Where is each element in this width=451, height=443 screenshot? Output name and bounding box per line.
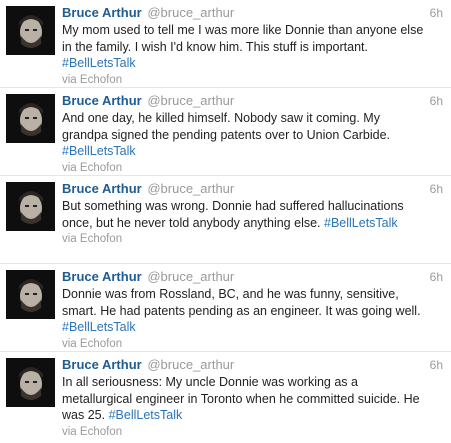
author-handle[interactable]: @bruce_arthur <box>147 269 234 284</box>
tweet-item[interactable]: Bruce Arthur @bruce_arthur 6h In all ser… <box>0 352 451 440</box>
tweet-body: And one day, he killed himself. Nobody s… <box>62 111 391 142</box>
tweet-source[interactable]: via Echofon <box>62 233 443 245</box>
hashtag-link[interactable]: #BellLetsTalk <box>109 408 183 422</box>
tweet-body: Donnie was from Rossland, BC, and he was… <box>62 287 421 318</box>
tweet-source[interactable]: via Echofon <box>62 162 443 174</box>
author-name[interactable]: Bruce Arthur <box>62 357 142 372</box>
avatar[interactable] <box>6 270 55 319</box>
tweet-source[interactable]: via Echofon <box>62 426 443 438</box>
tweet-header: Bruce Arthur @bruce_arthur 6h <box>62 181 443 197</box>
tweet-item[interactable]: Bruce Arthur @bruce_arthur 6h Donnie was… <box>0 264 451 352</box>
tweet-body: My mom used to tell me I was more like D… <box>62 23 424 54</box>
tweet-timestamp[interactable]: 6h <box>430 5 443 21</box>
author-name[interactable]: Bruce Arthur <box>62 93 142 108</box>
avatar[interactable] <box>6 6 55 55</box>
tweet-header: Bruce Arthur @bruce_arthur 6h <box>62 269 443 285</box>
tweet-item[interactable]: Bruce Arthur @bruce_arthur 6h But someth… <box>0 176 451 264</box>
author-name[interactable]: Bruce Arthur <box>62 181 142 196</box>
avatar[interactable] <box>6 182 55 231</box>
tweet-item[interactable]: Bruce Arthur @bruce_arthur 6h My mom use… <box>0 0 451 88</box>
tweet-timestamp[interactable]: 6h <box>430 357 443 373</box>
author-handle[interactable]: @bruce_arthur <box>147 5 234 20</box>
hashtag-link[interactable]: #BellLetsTalk <box>62 56 136 70</box>
avatar[interactable] <box>6 94 55 143</box>
tweet-text: In all seriousness: My uncle Donnie was … <box>62 374 443 424</box>
tweet-text: But something was wrong. Donnie had suff… <box>62 198 443 231</box>
tweet-text: And one day, he killed himself. Nobody s… <box>62 110 443 160</box>
author-name[interactable]: Bruce Arthur <box>62 269 142 284</box>
tweet-text: My mom used to tell me I was more like D… <box>62 22 443 72</box>
tweet-header: Bruce Arthur @bruce_arthur 6h <box>62 357 443 373</box>
tweet-timestamp[interactable]: 6h <box>430 269 443 285</box>
author-name[interactable]: Bruce Arthur <box>62 5 142 20</box>
tweet-timestamp[interactable]: 6h <box>430 93 443 109</box>
hashtag-link[interactable]: #BellLetsTalk <box>62 320 136 334</box>
tweet-timestamp[interactable]: 6h <box>430 181 443 197</box>
avatar[interactable] <box>6 358 55 407</box>
hashtag-link[interactable]: #BellLetsTalk <box>324 216 398 230</box>
author-handle[interactable]: @bruce_arthur <box>147 93 234 108</box>
tweet-header: Bruce Arthur @bruce_arthur 6h <box>62 5 443 21</box>
author-handle[interactable]: @bruce_arthur <box>147 181 234 196</box>
tweet-text: Donnie was from Rossland, BC, and he was… <box>62 286 443 336</box>
tweet-source[interactable]: via Echofon <box>62 338 443 350</box>
tweet-item[interactable]: Bruce Arthur @bruce_arthur 6h And one da… <box>0 88 451 176</box>
tweet-timeline: Bruce Arthur @bruce_arthur 6h My mom use… <box>0 0 451 440</box>
tweet-source[interactable]: via Echofon <box>62 74 443 86</box>
tweet-header: Bruce Arthur @bruce_arthur 6h <box>62 93 443 109</box>
hashtag-link[interactable]: #BellLetsTalk <box>62 144 136 158</box>
author-handle[interactable]: @bruce_arthur <box>147 357 234 372</box>
